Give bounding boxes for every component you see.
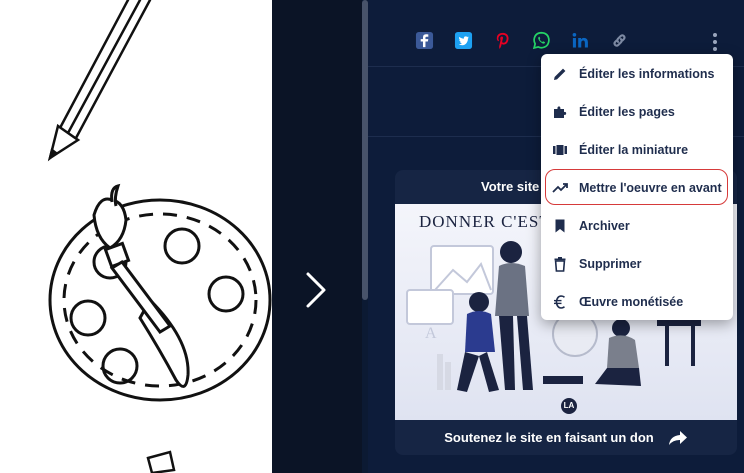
menu-item-delete[interactable]: Supprimer bbox=[541, 245, 733, 283]
facebook-icon[interactable] bbox=[414, 30, 435, 51]
menu-item-edit-info[interactable]: Éditer les informations bbox=[541, 55, 733, 93]
puzzle-icon bbox=[541, 104, 579, 120]
whatsapp-icon[interactable] bbox=[531, 30, 552, 51]
menu-item-feature-work[interactable]: Mettre l'oeuvre en avant bbox=[541, 169, 733, 207]
gallery-strip bbox=[272, 0, 362, 473]
more-options-button[interactable] bbox=[705, 30, 725, 54]
trash-icon bbox=[541, 256, 579, 272]
trending-up-icon bbox=[541, 180, 579, 196]
paintbrush-icon bbox=[92, 183, 173, 334]
pinterest-icon[interactable] bbox=[492, 30, 513, 51]
menu-item-edit-pages[interactable]: Éditer les pages bbox=[541, 93, 733, 131]
chevron-right-icon[interactable] bbox=[302, 270, 330, 310]
menu-item-monetized[interactable]: Œuvre monétisée bbox=[541, 283, 733, 321]
menu-item-label: Éditer la miniature bbox=[579, 143, 689, 157]
more-dot bbox=[713, 47, 717, 51]
svg-text:A: A bbox=[425, 325, 437, 342]
bookmark-icon bbox=[541, 218, 579, 234]
menu-item-label: Œuvre monétisée bbox=[579, 295, 684, 309]
options-dropdown-menu: Éditer les informations Éditer les pages… bbox=[541, 54, 733, 320]
pencil-icon bbox=[541, 66, 579, 82]
donation-illustration-heading: DONNER C'EST bbox=[419, 212, 551, 231]
donate-button[interactable]: Soutenez le site en faisant un don bbox=[395, 420, 737, 455]
artwork-drawing bbox=[47, 0, 272, 473]
film-icon bbox=[541, 142, 579, 158]
la-badge: LA bbox=[561, 398, 577, 414]
link-icon[interactable] bbox=[609, 30, 630, 51]
euro-icon bbox=[541, 294, 579, 310]
artwork-panel bbox=[0, 0, 272, 473]
menu-item-label: Mettre l'oeuvre en avant bbox=[579, 181, 722, 195]
more-dot bbox=[713, 40, 717, 44]
donate-button-label: Soutenez le site en faisant un don bbox=[444, 430, 654, 445]
menu-item-label: Éditer les pages bbox=[579, 105, 675, 119]
menu-item-label: Archiver bbox=[579, 219, 630, 233]
paint-palette-icon bbox=[48, 198, 272, 402]
share-bar bbox=[414, 30, 630, 51]
menu-item-archive[interactable]: Archiver bbox=[541, 207, 733, 245]
pencil-icon bbox=[47, 0, 152, 162]
share-arrow-icon bbox=[668, 430, 687, 445]
menu-item-edit-thumbnail[interactable]: Éditer la miniature bbox=[541, 131, 733, 169]
linkedin-icon[interactable] bbox=[570, 30, 591, 51]
more-dot bbox=[713, 33, 717, 37]
menu-item-label: Éditer les informations bbox=[579, 67, 715, 81]
twitter-icon[interactable] bbox=[453, 30, 474, 51]
menu-item-label: Supprimer bbox=[579, 257, 642, 271]
